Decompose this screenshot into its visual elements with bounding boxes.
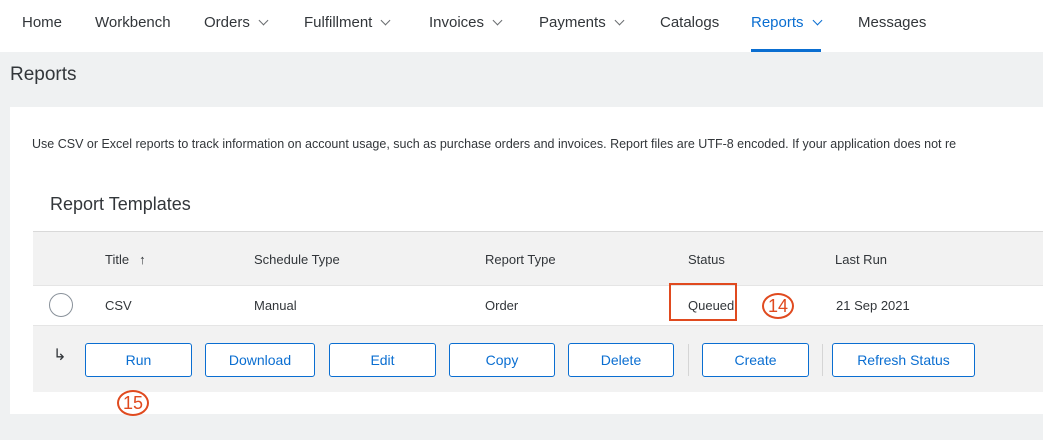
toolbar-separator <box>822 344 823 376</box>
delete-button[interactable]: Delete <box>568 343 674 377</box>
cell-report-type: Order <box>485 298 519 313</box>
nav-home[interactable]: Home <box>22 0 62 52</box>
nav-messages[interactable]: Messages <box>858 0 926 52</box>
column-title-label: Title <box>105 252 130 267</box>
cell-title: CSV <box>105 298 132 313</box>
nav-invoices-label: Invoices <box>429 14 485 31</box>
nav-catalogs-label: Catalogs <box>660 14 720 31</box>
toolbar-separator <box>688 344 689 376</box>
row-select-radio[interactable] <box>49 293 73 317</box>
nav-reports[interactable]: Reports <box>751 0 822 52</box>
download-button[interactable]: Download <box>205 343 315 377</box>
nav-workbench-label: Workbench <box>95 14 171 31</box>
nav-workbench[interactable]: Workbench <box>95 0 171 52</box>
cell-last-run: 21 Sep 2021 <box>836 298 910 313</box>
callout-badge-status: 14 <box>762 293 794 319</box>
nav-orders[interactable]: Orders <box>204 0 269 52</box>
nav-reports-label: Reports <box>751 14 804 31</box>
cell-status: Queued <box>688 298 735 313</box>
run-button[interactable]: Run <box>85 343 192 377</box>
column-title[interactable]: Title ↑ <box>105 252 146 267</box>
top-nav: Home Workbench Orders Fulfillment Invoic… <box>0 0 1043 52</box>
nav-payments-label: Payments <box>539 14 606 31</box>
page-title: Reports <box>10 64 77 85</box>
copy-button[interactable]: Copy <box>449 343 555 377</box>
page-description: Use CSV or Excel reports to track inform… <box>32 137 957 151</box>
nav-fulfillment[interactable]: Fulfillment <box>304 0 391 52</box>
column-last-run[interactable]: Last Run <box>835 252 887 267</box>
column-report-type[interactable]: Report Type <box>485 252 556 267</box>
section-title: Report Templates <box>50 194 191 214</box>
table-header: Title ↑ Schedule Type Report Type Status … <box>33 231 1043 286</box>
chevron-down-icon <box>380 15 391 26</box>
edit-button[interactable]: Edit <box>329 343 436 377</box>
table-row[interactable]: CSV Manual Order Queued 21 Sep 2021 <box>33 283 1043 326</box>
nav-payments[interactable]: Payments <box>539 0 625 52</box>
nav-catalogs[interactable]: Catalogs <box>660 0 719 52</box>
row-action-arrow-icon: ↳ <box>53 347 67 364</box>
column-schedule-type[interactable]: Schedule Type <box>254 252 340 267</box>
chevron-down-icon <box>492 15 503 26</box>
nav-home-label: Home <box>22 14 63 31</box>
refresh-status-button[interactable]: Refresh Status <box>832 343 975 377</box>
callout-badge-run: 15 <box>117 390 149 416</box>
nav-orders-label: Orders <box>204 14 250 31</box>
column-status[interactable]: Status <box>688 252 725 267</box>
chevron-down-icon <box>812 15 822 26</box>
nav-messages-label: Messages <box>858 14 927 31</box>
create-button[interactable]: Create <box>702 343 809 377</box>
nav-fulfillment-label: Fulfillment <box>304 14 373 31</box>
chevron-down-icon <box>614 15 625 26</box>
sort-ascending-icon: ↑ <box>139 252 146 267</box>
chevron-down-icon <box>258 15 269 26</box>
nav-invoices[interactable]: Invoices <box>429 0 503 52</box>
cell-schedule-type: Manual <box>254 298 297 313</box>
action-bar: ↳ Run Download Edit Copy Delete Create R… <box>33 326 1043 392</box>
